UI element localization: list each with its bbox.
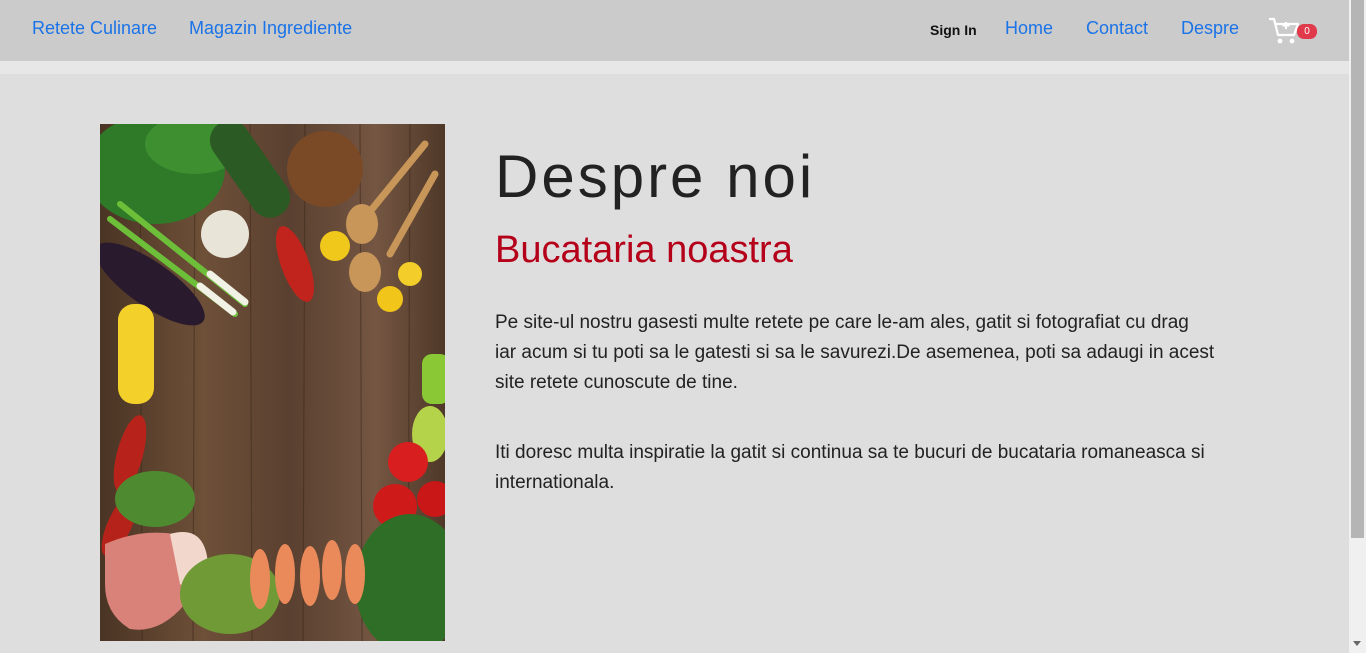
sign-in-button[interactable]: Sign In xyxy=(930,22,977,38)
about-paragraph-1: Pe site-ul nostru gasesti multe retete p… xyxy=(495,312,1215,393)
cart-button[interactable]: 0 xyxy=(1268,16,1320,46)
top-navbar: Retete Culinare Magazin Ingrediente Sign… xyxy=(0,0,1349,61)
nav-link-magazin-ingrediente[interactable]: Magazin Ingrediente xyxy=(189,18,352,39)
nav-link-home[interactable]: Home xyxy=(1005,18,1053,39)
header-divider xyxy=(0,61,1349,74)
cart-count-badge: 0 xyxy=(1297,24,1317,39)
kitchen-ingredients-image xyxy=(100,124,445,641)
scroll-down-arrow-icon[interactable] xyxy=(1353,641,1361,646)
nav-link-retete-culinare[interactable]: Retete Culinare xyxy=(32,18,157,39)
about-paragraph-2: Iti doresc multa inspiratie la gatit si … xyxy=(495,442,1205,493)
page-title: Despre noi xyxy=(495,143,816,210)
section-subtitle: Bucataria noastra xyxy=(495,229,793,271)
nav-link-despre[interactable]: Despre xyxy=(1181,18,1239,39)
nav-link-contact[interactable]: Contact xyxy=(1086,18,1148,39)
scrollbar-thumb[interactable] xyxy=(1351,0,1364,538)
vertical-scrollbar[interactable] xyxy=(1349,0,1366,653)
